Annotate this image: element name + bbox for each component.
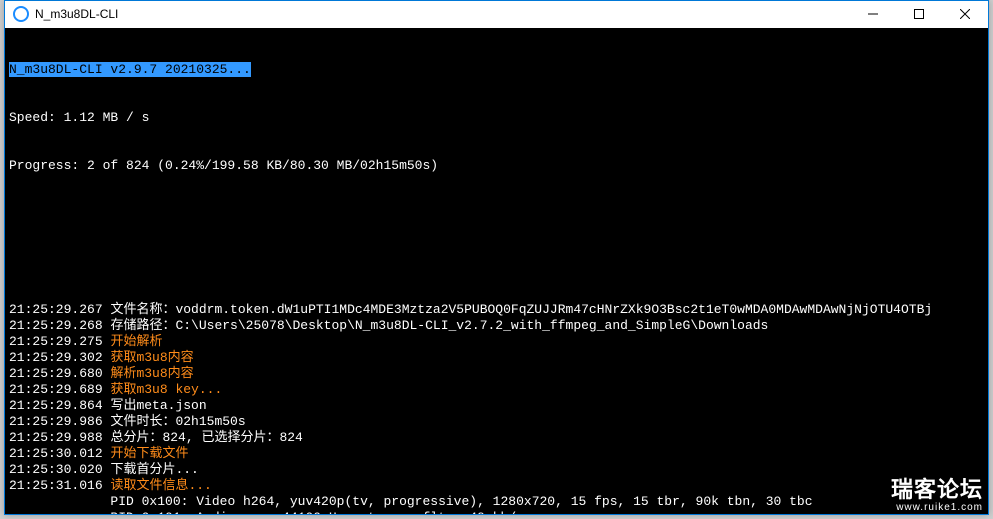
minimize-button[interactable] [850,1,896,28]
log-line: 21:25:29.680 解析m3u8内容 [5,366,988,382]
log-line: 21:25:31.016 读取文件信息... [5,478,988,494]
close-button[interactable] [942,1,988,28]
log-line: PID 0x101: Audio aac, 44100 Hz, stereo, … [5,510,988,514]
console-header: N_m3u8DL-CLI v2.9.7 20210325... [9,62,251,77]
log-line: 21:25:29.267 文件名称：voddrm.token.dW1uPTI1M… [5,302,988,318]
window-controls [850,1,988,28]
app-window: N_m3u8DL-CLI N_m3u8DL-CLI v2.9.7 2021032… [4,0,989,515]
log-line: 21:25:30.020 下载首分片... [5,462,988,478]
maximize-button[interactable] [896,1,942,28]
blank-line [5,254,988,270]
log-line: PID 0x100: Video h264, yuv420p(tv, progr… [5,494,988,510]
log-line: 21:25:29.302 获取m3u8内容 [5,350,988,366]
window-title: N_m3u8DL-CLI [35,7,850,21]
log-line: 21:25:29.988 总分片：824, 已选择分片：824 [5,430,988,446]
log-line: 21:25:29.864 写出meta.json [5,398,988,414]
log-line: 21:25:29.268 存储路径：C:\Users\25078\Desktop… [5,318,988,334]
console-output[interactable]: N_m3u8DL-CLI v2.9.7 20210325... Speed: 1… [5,28,988,514]
speed-line: Speed: 1.12 MB / s [5,110,988,126]
blank-line [5,206,988,222]
log-line: 21:25:29.986 文件时长：02h15m50s [5,414,988,430]
app-icon [13,6,29,22]
titlebar[interactable]: N_m3u8DL-CLI [5,1,988,28]
log-line: 21:25:30.012 开始下载文件 [5,446,988,462]
log-line: 21:25:29.689 获取m3u8 key... [5,382,988,398]
progress-line: Progress: 2 of 824 (0.24%/199.58 KB/80.3… [5,158,988,174]
log-line: 21:25:29.275 开始解析 [5,334,988,350]
